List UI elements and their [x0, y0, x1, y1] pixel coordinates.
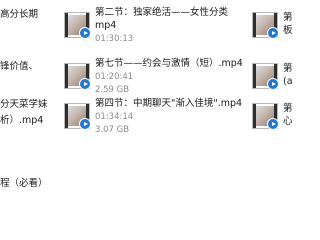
video-thumbnail	[64, 12, 91, 39]
file-name: 第二节：独家绝活——女性分类	[95, 7, 229, 18]
file-name-fragment[interactable]: 程（必看）	[0, 177, 48, 190]
video-thumbnail	[64, 63, 91, 90]
file-name-fragment: 第	[283, 12, 293, 23]
file-size: 3.07 GB	[95, 125, 130, 135]
file-duration: 01:30:13	[95, 34, 134, 44]
media-player-icon	[267, 118, 279, 130]
video-thumbnail	[252, 63, 279, 90]
file-item[interactable]: 第七节——约会与激情（短）.mp4 01:20:41 2.59 GB	[64, 57, 243, 101]
file-name: 第四节：中期聊天"渐入佳境".mp4	[95, 98, 243, 109]
media-player-icon	[267, 78, 279, 90]
file-name-fragment: 第	[283, 103, 293, 114]
file-name-fragment[interactable]: 分天菜学妹	[0, 98, 48, 111]
video-thumbnail	[252, 12, 279, 39]
file-name-fragment: 板	[283, 25, 293, 36]
media-player-icon	[267, 27, 279, 39]
file-item[interactable]: 第二节：独家绝活——女性分类 mp4 01:30:13	[64, 6, 234, 50]
file-name-fragment[interactable]: 析）.mp4	[0, 114, 43, 127]
file-item-partial[interactable]: 第 板	[252, 6, 300, 46]
file-size: 2.59 GB	[95, 85, 130, 95]
file-item-partial[interactable]: 第 (a	[252, 57, 300, 97]
media-player-icon	[79, 78, 91, 90]
file-name-fragment: (a	[283, 76, 293, 87]
media-player-icon	[79, 118, 91, 130]
file-name-continued: mp4	[95, 20, 117, 31]
file-name-fragment[interactable]: 锋价值、	[0, 60, 38, 73]
media-player-icon	[79, 27, 91, 39]
file-name-fragment[interactable]: 高分长期	[0, 8, 38, 21]
file-item-partial[interactable]: 第 心	[252, 97, 300, 137]
file-item[interactable]: 第四节：中期聊天"渐入佳境".mp4 01:34:14 3.07 GB	[64, 97, 242, 141]
file-duration: 01:20:41	[95, 72, 134, 82]
video-thumbnail	[252, 103, 279, 130]
file-duration: 01:34:14	[95, 112, 134, 122]
file-name-fragment: 心	[283, 116, 293, 127]
file-name: 第七节——约会与激情（短）.mp4	[95, 58, 243, 69]
video-thumbnail	[64, 103, 91, 130]
file-name-fragment: 第	[283, 63, 293, 74]
